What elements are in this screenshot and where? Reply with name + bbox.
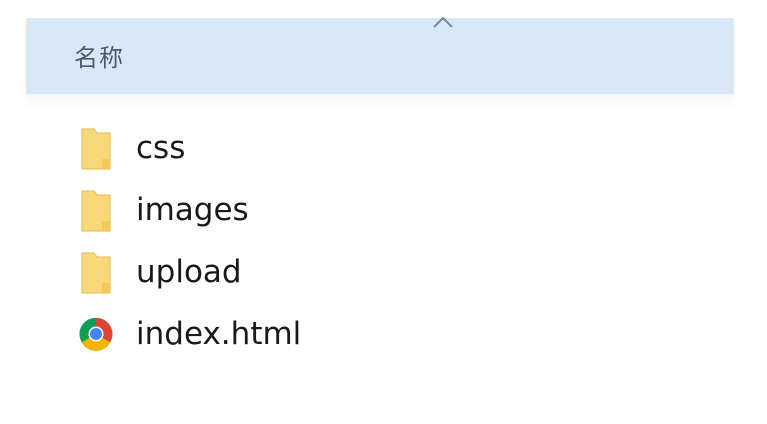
column-header-bar[interactable] bbox=[26, 18, 734, 94]
file-name: css bbox=[136, 129, 186, 166]
header-shadow bbox=[26, 94, 734, 112]
column-header-name[interactable]: 名称 bbox=[74, 38, 124, 73]
folder-icon bbox=[78, 124, 114, 172]
file-list: css images upload index.html bbox=[78, 117, 478, 365]
list-item-images[interactable]: images bbox=[78, 179, 478, 241]
list-item-upload[interactable]: upload bbox=[78, 241, 478, 303]
folder-icon bbox=[78, 248, 114, 296]
file-name: images bbox=[136, 191, 249, 228]
sort-ascending-icon[interactable] bbox=[432, 14, 454, 30]
folder-icon bbox=[78, 186, 114, 234]
list-item-index-html[interactable]: index.html bbox=[78, 303, 478, 365]
chrome-html-icon bbox=[78, 310, 114, 358]
list-item-css[interactable]: css bbox=[78, 117, 478, 179]
file-name: index.html bbox=[136, 315, 302, 352]
file-name: upload bbox=[136, 253, 242, 290]
file-explorer: 名称 css images upload index.html bbox=[0, 0, 767, 424]
